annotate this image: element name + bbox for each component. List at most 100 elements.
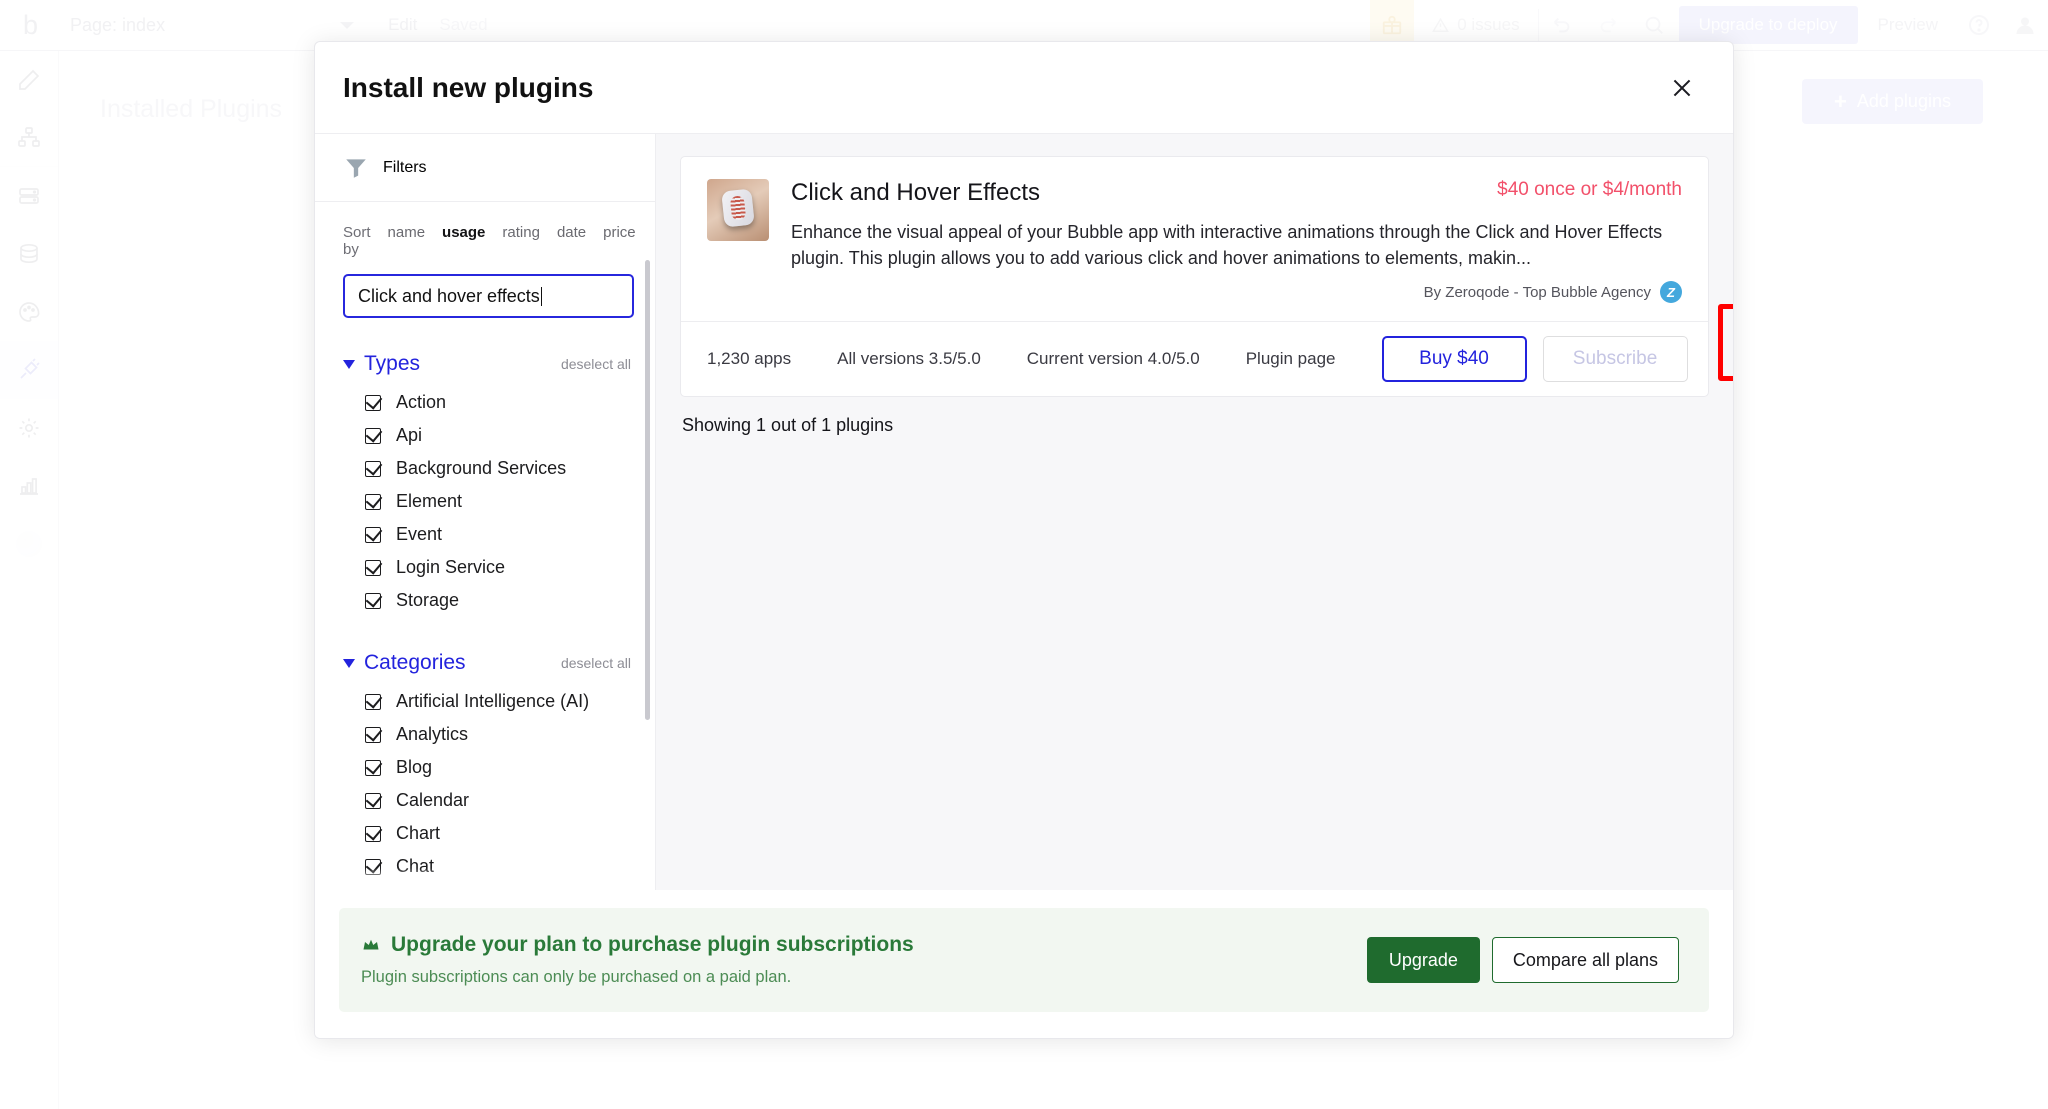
checkbox-checked-icon (365, 759, 381, 776)
sort-option-name[interactable]: name (388, 224, 426, 241)
filters-fade-overlay (315, 868, 655, 890)
modal-footer: Upgrade your plan to purchase plugin sub… (315, 890, 1733, 1038)
buy-button-highlight-box (1718, 304, 1733, 382)
zeroqode-badge-icon: Z (1660, 281, 1682, 304)
filter-label: Chart (396, 823, 441, 843)
filter-checkbox-action[interactable]: Action (343, 386, 631, 419)
upgrade-banner-text: Upgrade your plan to purchase plugin sub… (361, 933, 914, 987)
funnel-icon (346, 158, 366, 178)
upgrade-banner-actions: Upgrade Compare all plans (1366, 937, 1679, 983)
compare-all-plans-button[interactable]: Compare all plans (1491, 937, 1679, 983)
filter-checkbox-element[interactable]: Element (343, 485, 631, 518)
filter-checkbox-artificial-intelligence[interactable]: Artificial Intelligence (AI) (343, 685, 631, 718)
filter-group-types-title[interactable]: Types (364, 352, 420, 376)
modal-header: Install new plugins (315, 42, 1733, 134)
plugin-page-link[interactable]: Plugin page (1246, 349, 1336, 369)
filter-label: Login Service (396, 557, 506, 577)
upgrade-banner-title: Upgrade your plan to purchase plugin sub… (391, 933, 914, 956)
filters-panel: Filters Sort by name usage rating date p… (315, 134, 656, 890)
checkbox-checked-icon (365, 427, 381, 444)
sort-by-row: Sort by name usage rating date price (343, 224, 636, 258)
sort-option-usage[interactable]: usage (442, 224, 485, 241)
filter-checkbox-calendar[interactable]: Calendar (343, 784, 631, 817)
filters-header-label: Filters (383, 158, 427, 176)
plugin-card-bottom: 1,230 apps All versions 3.5/5.0 Current … (681, 304, 1733, 396)
filter-checkbox-storage[interactable]: Storage (343, 584, 631, 617)
filter-label: Background Services (396, 458, 567, 478)
checkbox-checked-icon (365, 460, 381, 477)
chevron-down-icon[interactable] (343, 658, 355, 668)
filter-checkbox-chart[interactable]: Chart (343, 817, 631, 850)
plugin-apps-count: 1,230 apps (707, 349, 792, 369)
checkbox-checked-icon (365, 592, 381, 609)
plugin-all-versions-rating: All versions 3.5/5.0 (837, 349, 981, 369)
sort-option-price[interactable]: price (603, 224, 636, 241)
upgrade-banner-title-row: Upgrade your plan to purchase plugin sub… (361, 933, 914, 957)
subscribe-button: Subscribe (1542, 336, 1688, 383)
filter-checkbox-login-service[interactable]: Login Service (343, 551, 631, 584)
plugin-thumbnail-art (721, 188, 755, 227)
chevron-down-icon[interactable] (343, 359, 355, 369)
plugin-result-card[interactable]: Click and Hover Effects $40 once or $4/m… (680, 156, 1733, 398)
filter-label: Element (396, 491, 463, 511)
filter-label: Analytics (396, 724, 469, 744)
types-deselect-all[interactable]: deselect all (561, 356, 631, 372)
plugin-current-version-rating: Current version 4.0/5.0 (1026, 349, 1200, 369)
upgrade-banner-subtitle: Plugin subscriptions can only be purchas… (361, 968, 792, 986)
filter-checkbox-api[interactable]: Api (343, 419, 631, 452)
checkbox-checked-icon (365, 559, 381, 576)
plugin-card-main: Click and Hover Effects $40 once or $4/m… (791, 179, 1682, 304)
filter-checkbox-analytics[interactable]: Analytics (343, 718, 631, 751)
checkbox-checked-icon (365, 394, 381, 411)
plugin-actions: Buy $40 Subscribe (1381, 336, 1688, 383)
checkbox-checked-icon (365, 526, 381, 543)
checkbox-checked-icon (365, 825, 381, 842)
plugin-thumbnail-image (707, 179, 769, 241)
filter-checkbox-background-services[interactable]: Background Services (343, 452, 631, 485)
checkbox-checked-icon (365, 693, 381, 710)
modal-body: Filters Sort by name usage rating date p… (315, 134, 1733, 890)
filter-label: Event (396, 524, 443, 544)
filters-scrollbar[interactable] (645, 260, 650, 720)
filter-label: Storage (396, 590, 460, 610)
plugin-name[interactable]: Click and Hover Effects (791, 179, 1040, 207)
sort-option-rating[interactable]: rating (502, 224, 540, 241)
filter-label: Calendar (396, 790, 470, 810)
results-count-label: Showing 1 out of 1 plugins (682, 415, 894, 436)
results-panel: Click and Hover Effects $40 once or $4/m… (656, 134, 1733, 890)
plugin-description: Enhance the visual appeal of your Bubble… (791, 222, 1663, 269)
filter-group-types: Types deselect all Action Api Background… (343, 352, 631, 617)
text-caret (540, 286, 543, 306)
modal-title: Install new plugins (343, 71, 594, 103)
plugin-card-top: Click and Hover Effects $40 once or $4/m… (681, 157, 1708, 321)
sort-by-label: Sort by (343, 224, 371, 258)
plugin-title-row: Click and Hover Effects $40 once or $4/m… (791, 179, 1682, 207)
filters-header: Filters (315, 134, 655, 202)
plugin-author-row: By Zeroqode - Top Bubble Agency Z (791, 281, 1682, 304)
checkbox-checked-icon (365, 493, 381, 510)
app-root: b Page: index Edit Saved 0 issues (0, 0, 2048, 1109)
plugin-search-value: Click and hover effects (358, 285, 540, 306)
plugin-author-name: By Zeroqode - Top Bubble Agency (1423, 283, 1651, 301)
upgrade-button[interactable]: Upgrade (1366, 937, 1480, 983)
buy-button[interactable]: Buy $40 (1381, 336, 1527, 383)
filter-label: Artificial Intelligence (AI) (396, 691, 590, 711)
filter-label: Blog (396, 757, 433, 777)
filter-group-categories: Categories deselect all Artificial Intel… (343, 651, 631, 890)
filter-group-categories-title[interactable]: Categories (364, 651, 466, 675)
install-plugins-modal: Install new plugins Filters Sort by name… (314, 41, 1734, 1039)
categories-deselect-all[interactable]: deselect all (561, 655, 631, 671)
checkbox-checked-icon (365, 726, 381, 743)
filter-checkbox-blog[interactable]: Blog (343, 751, 631, 784)
sort-option-date[interactable]: date (557, 224, 586, 241)
crown-icon (363, 939, 379, 950)
plugin-search-input[interactable]: Click and hover effects (343, 274, 634, 318)
checkbox-checked-icon (365, 792, 381, 809)
close-icon[interactable] (1665, 71, 1699, 105)
filter-label: Api (396, 425, 423, 445)
filter-label: Action (396, 392, 447, 412)
plugin-price: $40 once or $4/month (1497, 179, 1682, 200)
filters-scroll-area[interactable]: Sort by name usage rating date price Cli… (315, 202, 655, 890)
filter-group-types-header: Types deselect all (343, 352, 631, 376)
filter-checkbox-event[interactable]: Event (343, 518, 631, 551)
